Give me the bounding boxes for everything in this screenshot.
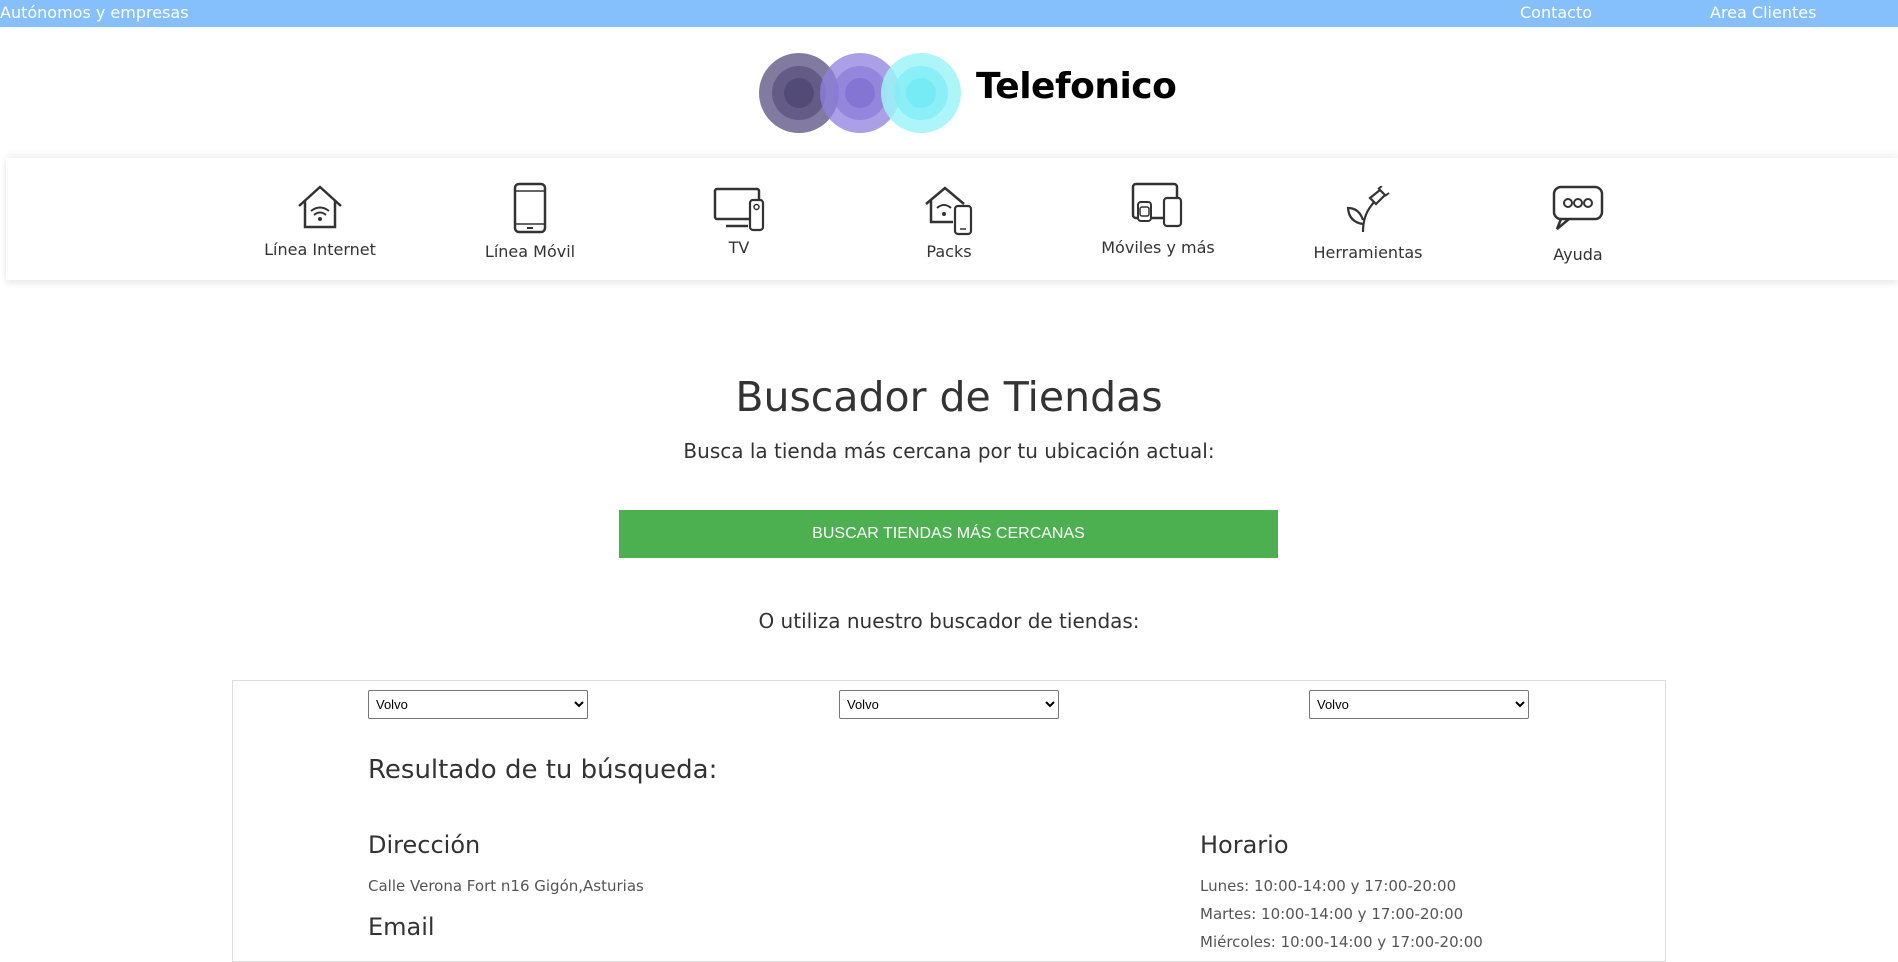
nav-item-linea-internet[interactable]: Línea Internet bbox=[245, 158, 395, 280]
hours-row: Miércoles: 10:00-14:00 y 17:00-20:00 bbox=[1200, 933, 1483, 951]
results-title: Resultado de tu búsqueda: bbox=[368, 755, 718, 785]
smartphone-icon bbox=[513, 182, 547, 234]
contact-link[interactable]: Contacto bbox=[1520, 3, 1592, 22]
page-title: Buscador de Tiendas bbox=[735, 373, 1163, 421]
nav-item-herramientas[interactable]: Herramientas bbox=[1293, 158, 1443, 280]
devices-icon bbox=[1131, 182, 1183, 228]
store-filter-select-3[interactable]: Volvo bbox=[1309, 690, 1529, 719]
nav-label: Móviles y más bbox=[1101, 238, 1215, 257]
nav-label: Línea Internet bbox=[264, 240, 376, 259]
nav-label: Ayuda bbox=[1553, 245, 1603, 264]
store-filter-select-2[interactable]: Volvo bbox=[839, 690, 1059, 719]
autonomos-empresas-link[interactable]: Autónomos y empresas bbox=[0, 3, 189, 22]
address-heading: Dirección bbox=[368, 831, 481, 859]
logo-circles-icon bbox=[759, 53, 961, 133]
nav-item-linea-movil[interactable]: Línea Móvil bbox=[455, 158, 605, 280]
nav-label: Packs bbox=[926, 242, 972, 261]
nav-item-tv[interactable]: TV bbox=[664, 158, 814, 280]
main-nav: Línea Internet Línea Móvil TV Packs Móvi… bbox=[6, 158, 1898, 280]
area-clientes-link[interactable]: Area Clientes bbox=[1710, 3, 1816, 22]
email-heading: Email bbox=[368, 913, 435, 941]
search-nearest-stores-button[interactable]: BUSCAR TIENDAS MÁS CERCANAS bbox=[619, 510, 1278, 558]
top-bar: Autónomos y empresas Contacto Area Clien… bbox=[0, 0, 1898, 27]
store-filter-select-1[interactable]: Volvo bbox=[368, 690, 588, 719]
nav-label: Línea Móvil bbox=[484, 242, 576, 261]
address-value: Calle Verona Fort n16 Gigón,Asturias bbox=[368, 877, 644, 895]
nav-item-moviles-y-mas[interactable]: Móviles y más bbox=[1083, 158, 1233, 280]
plant-plug-icon bbox=[1346, 186, 1390, 233]
house-phone-icon bbox=[925, 186, 973, 236]
chat-bubble-icon bbox=[1552, 185, 1604, 230]
hours-heading: Horario bbox=[1200, 831, 1289, 859]
hours-row: Lunes: 10:00-14:00 y 17:00-20:00 bbox=[1200, 877, 1457, 895]
page-subtitle: Busca la tienda más cercana por tu ubica… bbox=[683, 439, 1215, 463]
logo-text: Telefonico bbox=[976, 66, 1177, 107]
nav-item-ayuda[interactable]: Ayuda bbox=[1503, 158, 1653, 280]
alt-search-text: O utiliza nuestro buscador de tiendas: bbox=[758, 609, 1140, 633]
nav-label: Herramientas bbox=[1313, 243, 1423, 262]
nav-item-packs[interactable]: Packs bbox=[874, 158, 1024, 280]
house-wifi-icon bbox=[298, 185, 342, 229]
tv-remote-icon bbox=[713, 187, 765, 232]
nav-label: TV bbox=[728, 238, 750, 257]
logo[interactable]: Telefonico bbox=[756, 50, 1177, 140]
hours-row: Martes: 10:00-14:00 y 17:00-20:00 bbox=[1200, 905, 1464, 923]
